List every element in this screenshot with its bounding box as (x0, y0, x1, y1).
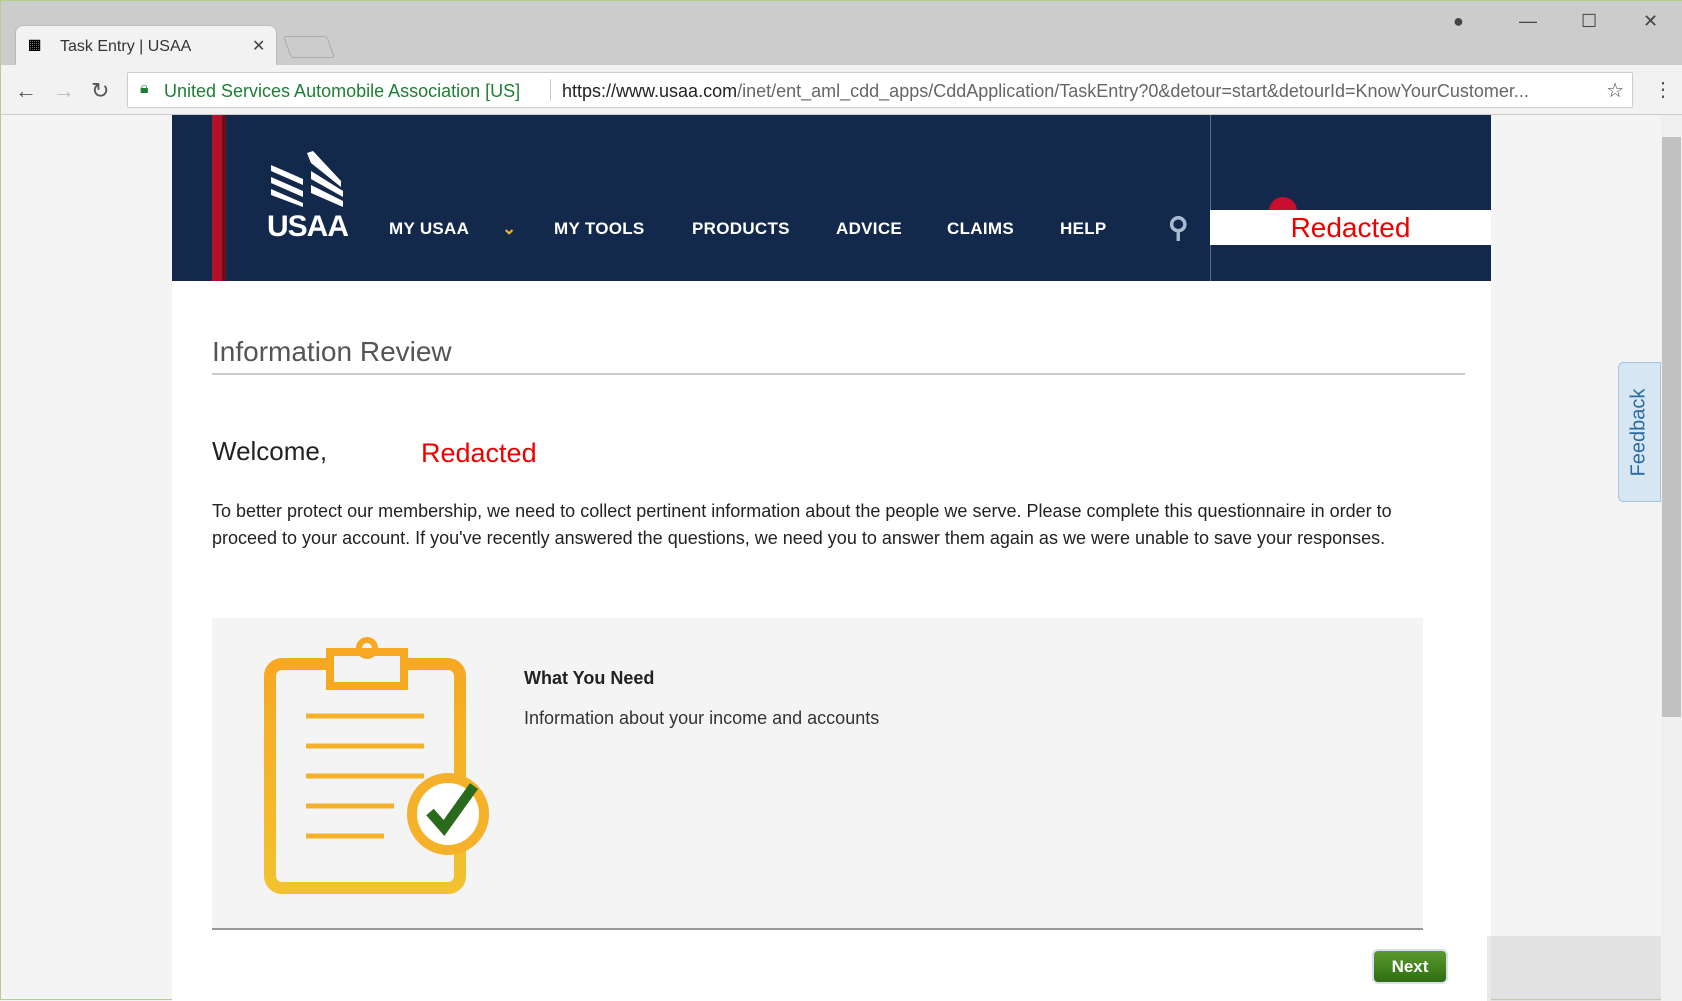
url-text: https://www.usaa.com/inet/ent_aml_cdd_ap… (562, 81, 1529, 101)
tab-title: Task Entry | USAA (60, 38, 192, 55)
maximize-icon[interactable]: ☐ (1581, 11, 1597, 32)
usaa-logo[interactable]: USAA (267, 151, 351, 243)
what-you-need-panel: What You Need Information about your inc… (212, 618, 1423, 930)
site-header: USAA MY USAA ⌄ MY TOOLS PRODUCTS ADVICE … (172, 115, 1491, 281)
welcome-text: Welcome, (212, 436, 328, 466)
search-icon[interactable]: ⚲ (1168, 211, 1189, 244)
site-identity: United Services Automobile Association [… (164, 81, 521, 101)
minimize-icon[interactable]: — (1519, 11, 1537, 32)
back-icon[interactable]: ← (15, 78, 37, 104)
eagle-icon (271, 151, 343, 207)
nav-my-tools[interactable]: MY TOOLS (554, 219, 645, 239)
bookmark-star-icon[interactable]: ☆ (1606, 78, 1624, 103)
clipboard-check-icon (264, 637, 489, 894)
nav-my-usaa[interactable]: MY USAA (389, 219, 469, 239)
forward-icon[interactable]: → (53, 78, 75, 104)
menu-icon[interactable]: ⋮ (1653, 77, 1673, 102)
browser-toolbar: ← → ↻ 🔒︎ United Services Automobile Asso… (1, 65, 1682, 115)
nav-claims[interactable]: CLAIMS (947, 219, 1014, 239)
reload-icon[interactable]: ↻ (91, 78, 109, 104)
close-tab-icon[interactable]: ✕ (252, 36, 265, 56)
intro-paragraph: To better protect our membership, we nee… (212, 501, 1392, 548)
lock-icon: 🔒︎ (140, 80, 149, 97)
member-name-redacted: Redacted (421, 438, 537, 468)
title-divider (212, 373, 1465, 375)
chevron-down-icon[interactable]: ⌄ (502, 219, 517, 239)
nav-products[interactable]: PRODUCTS (692, 219, 790, 239)
address-bar[interactable]: 🔒︎ United Services Automobile Associatio… (127, 72, 1633, 108)
need-description: Information about your income and accoun… (524, 708, 880, 728)
page-title: Information Review (212, 336, 452, 367)
red-stripe (212, 115, 226, 281)
profile-icon[interactable]: ● (1453, 11, 1464, 32)
complaints-board-watermark (1487, 936, 1661, 1001)
user-name-redacted[interactable]: Redacted (1210, 210, 1491, 245)
tab-strip: ▦ Task Entry | USAA ✕ ● — ☐ ✕ (1, 1, 1682, 67)
scrollbar-thumb[interactable] (1662, 137, 1681, 717)
browser-tab[interactable]: ▦ Task Entry | USAA ✕ (15, 25, 277, 67)
new-tab-button[interactable] (282, 36, 336, 58)
feedback-tab[interactable]: Feedback (1618, 362, 1661, 502)
next-button[interactable]: Next (1372, 949, 1448, 984)
need-heading: What You Need (524, 668, 655, 688)
usaa-favicon-icon: ▦ (28, 36, 42, 52)
close-window-icon[interactable]: ✕ (1643, 11, 1658, 32)
nav-advice[interactable]: ADVICE (836, 219, 902, 239)
nav-help[interactable]: HELP (1060, 219, 1107, 239)
